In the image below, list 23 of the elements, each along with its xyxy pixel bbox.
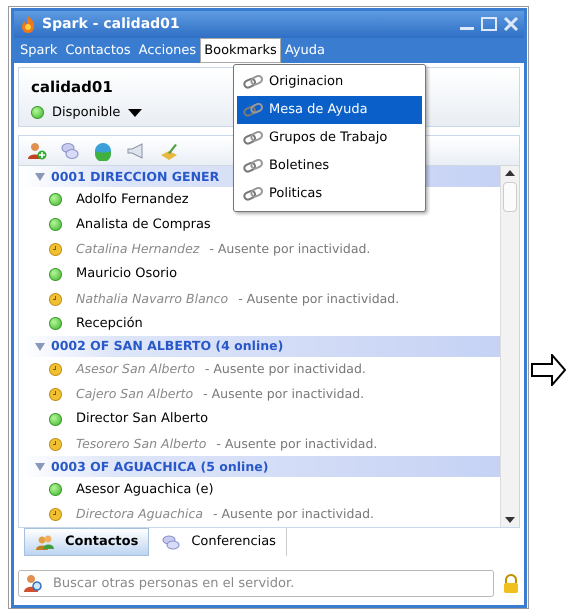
- contact-name: Asesor San Alberto: [76, 360, 195, 378]
- contact-status: - Ausente por inactividad.: [203, 385, 364, 404]
- contact-status: - Ausente por inactividad.: [204, 360, 366, 378]
- contact-name: Adolfo Fernandez: [76, 191, 189, 210]
- username: calidad01: [31, 77, 113, 98]
- contact-status: - Ausente por inactividad.: [216, 434, 378, 453]
- group-title: 0002 OF SAN ALBERTO (4 online): [51, 337, 284, 356]
- contact-name: Analista de Compras: [76, 216, 211, 234]
- contact-status: - Ausente por inactividad.: [213, 505, 374, 524]
- contact-name: Catalina Hernandez: [76, 240, 200, 258]
- group-title: 0001 DIRECCION GENER: [51, 168, 220, 186]
- window-title: Spark - calidad01: [42, 14, 181, 34]
- contact-name: Asesor Aguachica (e): [76, 481, 214, 500]
- contact-name: Recepción: [76, 315, 143, 334]
- contact-name: Director San Alberto: [76, 410, 208, 428]
- contact-name: Mauricio Osorio: [76, 265, 178, 284]
- contact-name: Tesorero San Alberto: [76, 434, 206, 453]
- contact-name: Directora Aguachica: [76, 505, 203, 524]
- contact-name: Nathalia Navarro Blanco: [76, 290, 228, 308]
- group-title: 0003 OF AGUACHICA (5 online): [51, 458, 268, 476]
- contact-name: Cajero San Alberto: [76, 385, 194, 404]
- contact-status: - Ausente por inactividad.: [238, 290, 400, 308]
- contact-status: - Ausente por inactividad.: [209, 240, 370, 258]
